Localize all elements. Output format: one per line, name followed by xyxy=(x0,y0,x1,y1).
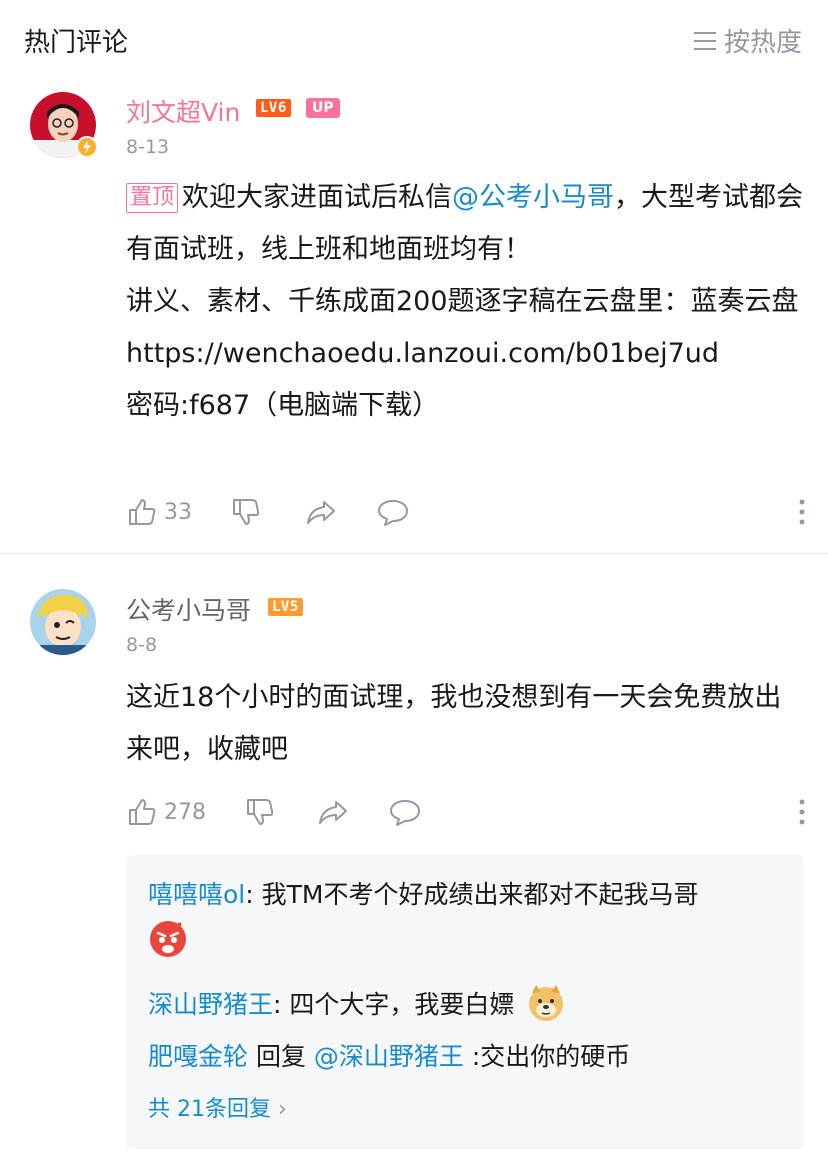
divider xyxy=(0,553,828,554)
share-button[interactable] xyxy=(304,496,338,528)
verified-icon xyxy=(76,136,98,158)
reply-username[interactable]: 嘻嘻嘻ol xyxy=(148,880,245,909)
thumbs-down-icon xyxy=(233,499,260,525)
reply-button[interactable] xyxy=(376,496,410,528)
reply-username[interactable]: 深山野猪王 xyxy=(148,990,273,1019)
comment-link[interactable]: https://wenchaoedu.lanzoui.com/b01bej7ud xyxy=(126,328,806,380)
reply-username[interactable]: 肥嘎金轮 xyxy=(148,1042,248,1071)
username[interactable]: 公考小马哥 xyxy=(126,591,251,627)
like-button[interactable]: 33 xyxy=(126,496,192,528)
more-vertical-icon xyxy=(799,499,805,525)
comment-date: 8-13 xyxy=(126,136,170,158)
more-options-button[interactable] xyxy=(798,798,806,830)
reply-item: 深山野猪王: 四个大字，我要白嫖 xyxy=(148,983,788,1033)
mention-link[interactable]: @公考小马哥 xyxy=(452,182,614,213)
share-button[interactable] xyxy=(316,796,350,828)
comment-header: 热门评论 按热度 xyxy=(0,0,828,80)
reply-connector: 回复 xyxy=(248,1042,314,1071)
thumbs-down-icon xyxy=(247,799,274,825)
more-vertical-icon xyxy=(799,799,805,825)
dislike-button[interactable] xyxy=(230,496,262,528)
reply-count-label: 共 21条回复 xyxy=(148,1097,271,1122)
thumbs-up-icon xyxy=(129,499,156,525)
reply-text: : 四个大字，我要白嫖 xyxy=(273,990,515,1019)
reply-text: :交出你的硬币 xyxy=(463,1042,631,1071)
list-icon xyxy=(693,31,716,50)
comment-text: 密码:f687（电脑端下载） xyxy=(126,390,440,421)
avatar[interactable] xyxy=(30,92,98,158)
comment-actions: 278 xyxy=(126,796,806,832)
comment-icon xyxy=(390,800,420,826)
angry-emoji-icon xyxy=(148,919,788,969)
comment-icon xyxy=(378,500,408,526)
reply-item: 肥嘎金轮 回复 @深山野猪王 :交出你的硬币 xyxy=(148,1039,788,1075)
comment-text: 讲义、素材、千练成面200题逐字稿在云盘里：蓝奏云盘 xyxy=(126,286,799,317)
sort-button[interactable]: 按热度 xyxy=(693,22,802,59)
pinned-badge: 置顶 xyxy=(126,183,179,213)
comment-date: 8-8 xyxy=(126,634,158,656)
comment-text: 欢迎大家进面试后私信 xyxy=(182,182,453,213)
sort-label: 按热度 xyxy=(723,28,802,58)
doge-emoji-icon xyxy=(526,983,566,1033)
replies-preview[interactable]: 嘻嘻嘻ol: 我TM不考个好成绩出来都对不起我马哥 深山野猪王: 四个大字，我要… xyxy=(126,855,804,1149)
level-badge: LV5 xyxy=(268,598,303,616)
reply-text: : 我TM不考个好成绩出来都对不起我马哥 xyxy=(245,880,699,909)
avatar[interactable] xyxy=(30,589,96,655)
chevron-right-icon: › xyxy=(278,1097,287,1122)
section-title: 热门评论 xyxy=(24,28,129,58)
mention-link[interactable]: @深山野猪王 xyxy=(314,1042,464,1071)
view-all-replies-link[interactable]: 共 21条回复 › xyxy=(148,1091,287,1123)
dislike-button[interactable] xyxy=(244,796,276,828)
comment-content: 这近18个小时的面试理，我也没想到有一天会免费放出来吧，收藏吧 xyxy=(126,682,782,765)
share-icon xyxy=(319,801,347,824)
like-button[interactable]: 278 xyxy=(126,796,206,828)
comment-content: 置顶 欢迎大家进面试后私信@公考小马哥，大型考试都会有面试班，线上班和地面班均有！… xyxy=(126,172,806,432)
reply-item: 嘻嘻嘻ol: 我TM不考个好成绩出来都对不起我马哥 xyxy=(148,877,788,969)
like-count: 33 xyxy=(164,499,192,525)
up-badge: UP xyxy=(306,98,340,118)
like-count: 278 xyxy=(164,799,206,825)
more-options-button[interactable] xyxy=(798,498,806,530)
thumbs-up-icon xyxy=(129,799,156,825)
level-badge: LV6 xyxy=(256,99,291,117)
username[interactable]: 刘文超Vin xyxy=(126,93,240,129)
reply-button[interactable] xyxy=(388,796,422,828)
share-icon xyxy=(307,501,335,524)
comment-actions: 33 xyxy=(126,496,806,532)
